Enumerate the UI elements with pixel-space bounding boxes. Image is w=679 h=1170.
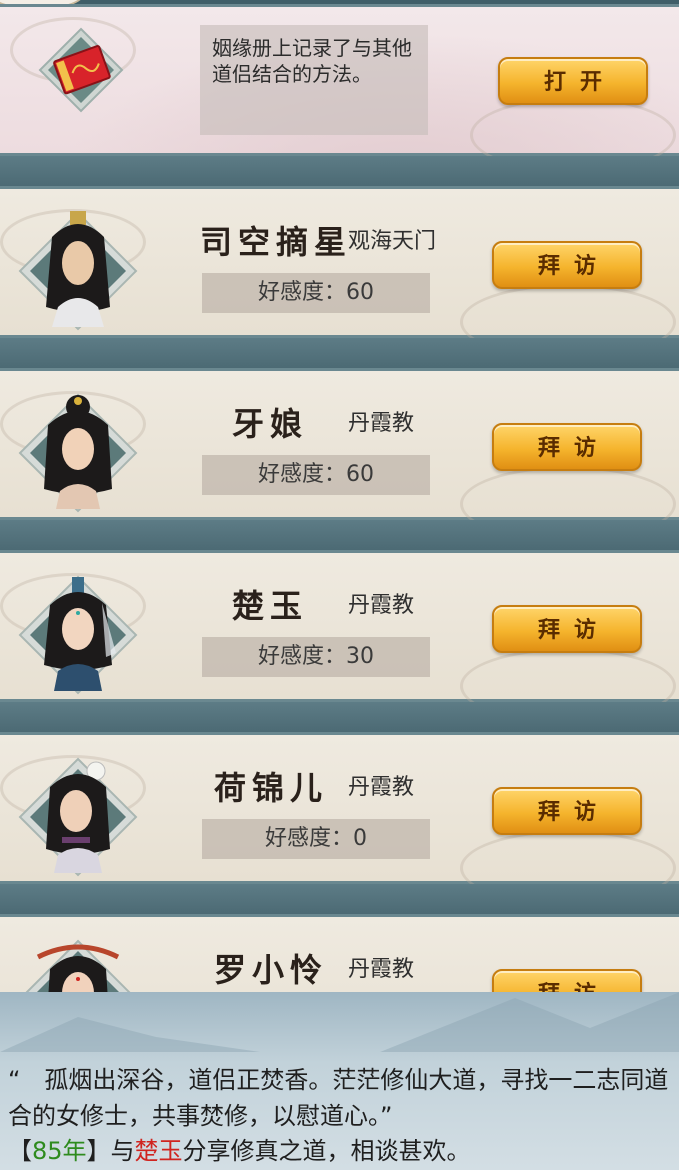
- npc-portrait-avatar: [18, 393, 138, 513]
- npc-favor: 好感度：60: [202, 273, 430, 313]
- npc-sect: 丹霞教: [348, 775, 415, 800]
- npc-card: 荷锦儿 丹霞教 好感度：0 拜访: [0, 732, 679, 906]
- npc-sect: 丹霞教: [348, 957, 415, 982]
- story-poem: “ 孤烟出深谷，道侣正焚香。茫茫修仙大道，寻找一二志同道合的女修士，共事焚修，以…: [8, 1066, 669, 1130]
- card-gap: [0, 884, 679, 914]
- marriage-book-card: 姻缘册上记录了与其他道侣结合的方法。 打开: [0, 4, 679, 173]
- npc-sect: 丹霞教: [348, 411, 415, 436]
- marriage-book-description: 姻缘册上记录了与其他道侣结合的方法。: [200, 25, 428, 135]
- log-bracket-open: 【: [8, 1137, 32, 1165]
- npc-sect: 丹霞教: [348, 593, 415, 618]
- visit-button[interactable]: 拜访: [492, 423, 642, 471]
- mountain-decoration: [0, 1017, 260, 1052]
- visit-button[interactable]: 拜访: [492, 241, 642, 289]
- npc-name: 牙娘: [232, 405, 309, 443]
- visit-button[interactable]: 拜访: [492, 605, 642, 653]
- npc-name: 罗小怜: [214, 951, 329, 989]
- npc-name: 楚玉: [232, 587, 309, 625]
- npc-portrait-avatar: [18, 211, 138, 331]
- npc-favor: 好感度：60: [202, 455, 430, 495]
- card-gap: [0, 156, 679, 186]
- npc-card: 司空摘星 观海天门 好感度：60 拜访: [0, 186, 679, 360]
- marriage-book-icon: [38, 27, 124, 113]
- log-bracket-close: 】与: [86, 1137, 135, 1165]
- npc-card: 楚玉 丹霞教 好感度：30 拜访: [0, 550, 679, 724]
- npc-card: 牙娘 丹霞教 好感度：60 拜访: [0, 368, 679, 542]
- log-npc-name: 楚玉: [134, 1137, 183, 1165]
- card-gap: [0, 338, 679, 368]
- npc-favor: 好感度：0: [202, 819, 430, 859]
- npc-name: 司空摘星: [200, 223, 353, 261]
- log-text: 分享修真之道，相谈甚欢。: [182, 1137, 471, 1165]
- npc-portrait-avatar: [18, 757, 138, 877]
- npc-name: 荷锦儿: [214, 769, 329, 807]
- npc-portrait-avatar: [18, 575, 138, 695]
- event-log: 【85年】与楚玉分享修真之道，相谈甚欢。: [8, 1136, 471, 1166]
- card-gap: [0, 702, 679, 732]
- log-year: 85年: [32, 1137, 87, 1165]
- mountain-decoration: [380, 992, 679, 1052]
- open-book-button[interactable]: 打开: [498, 57, 648, 105]
- story-panel: “ 孤烟出深谷，道侣正焚香。茫茫修仙大道，寻找一二志同道合的女修士，共事焚修，以…: [0, 992, 679, 1170]
- card-gap: [0, 520, 679, 550]
- npc-favor: 好感度：30: [202, 637, 430, 677]
- npc-sect: 观海天门: [348, 229, 437, 254]
- visit-button[interactable]: 拜访: [492, 787, 642, 835]
